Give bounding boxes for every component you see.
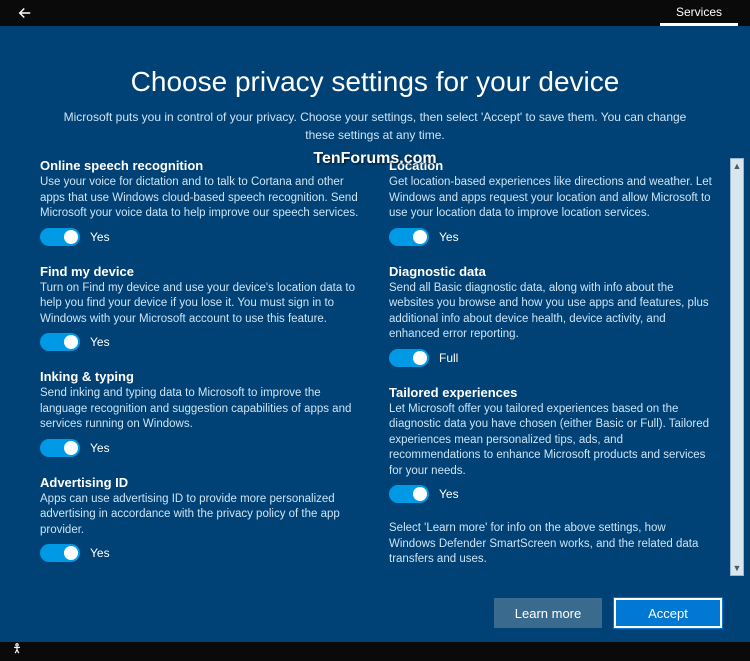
page-subtitle: Microsoft puts you in control of your pr… [55, 108, 695, 144]
setting-desc: Send all Basic diagnostic data, along wi… [389, 281, 714, 343]
tab-services[interactable]: Services [660, 0, 738, 26]
toggle-label: Yes [439, 487, 459, 501]
setting-desc: Get location-based experiences like dire… [389, 175, 714, 222]
tabs: Services [660, 0, 738, 26]
location-toggle[interactable] [389, 228, 429, 246]
toggle-row: Yes [40, 439, 365, 457]
setting-desc: Apps can use advertising ID to provide m… [40, 492, 365, 539]
setting-desc: Send inking and typing data to Microsoft… [40, 386, 365, 433]
toggle-label: Full [439, 351, 458, 365]
setting-desc: Use your voice for dictation and to talk… [40, 175, 365, 222]
back-button[interactable] [12, 0, 38, 26]
main-area: Choose privacy settings for your device … [0, 26, 750, 642]
titlebar: Services [0, 0, 750, 26]
accept-button[interactable]: Accept [614, 598, 722, 628]
findmydevice-toggle[interactable] [40, 333, 80, 351]
scroll-down-icon[interactable]: ▼ [731, 561, 743, 575]
setting-title: Find my device [40, 264, 365, 279]
content: Online speech recognition Use your voice… [0, 154, 750, 580]
tailored-toggle[interactable] [389, 485, 429, 503]
setting-title: Tailored experiences [389, 385, 714, 400]
left-column: Online speech recognition Use your voice… [40, 158, 365, 580]
settings-columns: Online speech recognition Use your voice… [40, 158, 728, 580]
setting-desc: Let Microsoft offer you tailored experie… [389, 402, 714, 480]
learn-more-footnote: Select 'Learn more' for info on the abov… [389, 521, 714, 568]
adid-toggle[interactable] [40, 544, 80, 562]
toggle-label: Yes [90, 546, 110, 560]
toggle-label: Yes [90, 441, 110, 455]
setting-title: Inking & typing [40, 369, 365, 384]
toggle-label: Yes [439, 230, 459, 244]
setting-title: Online speech recognition [40, 158, 365, 173]
scroll-up-icon[interactable]: ▲ [731, 159, 743, 173]
accessibility-icon[interactable] [10, 642, 24, 661]
header: Choose privacy settings for your device … [0, 26, 750, 154]
statusbar [0, 642, 750, 661]
page-title: Choose privacy settings for your device [40, 66, 710, 98]
setting-title: Diagnostic data [389, 264, 714, 279]
right-column: Location Get location-based experiences … [389, 158, 714, 580]
setting-speech: Online speech recognition Use your voice… [40, 158, 365, 246]
inking-toggle[interactable] [40, 439, 80, 457]
footer: Learn more Accept [0, 580, 750, 642]
setting-location: Location Get location-based experiences … [389, 158, 714, 246]
setting-title: Advertising ID [40, 475, 365, 490]
setting-tailored: Tailored experiences Let Microsoft offer… [389, 385, 714, 504]
toggle-label: Yes [90, 335, 110, 349]
setting-inking: Inking & typing Send inking and typing d… [40, 369, 365, 457]
oobe-window: Services Choose privacy settings for you… [0, 0, 750, 651]
toggle-row: Yes [389, 485, 714, 503]
diagnostic-toggle[interactable] [389, 349, 429, 367]
toggle-row: Yes [40, 544, 365, 562]
toggle-row: Yes [40, 228, 365, 246]
setting-adid: Advertising ID Apps can use advertising … [40, 475, 365, 563]
learn-more-button[interactable]: Learn more [494, 598, 602, 628]
speech-toggle[interactable] [40, 228, 80, 246]
scrollbar[interactable]: ▲ ▼ [730, 158, 744, 576]
toggle-row: Yes [40, 333, 365, 351]
setting-findmydevice: Find my device Turn on Find my device an… [40, 264, 365, 352]
setting-diagnostic: Diagnostic data Send all Basic diagnosti… [389, 264, 714, 367]
setting-desc: Turn on Find my device and use your devi… [40, 281, 365, 328]
setting-title: Location [389, 158, 714, 173]
toggle-row: Yes [389, 228, 714, 246]
toggle-row: Full [389, 349, 714, 367]
toggle-label: Yes [90, 230, 110, 244]
